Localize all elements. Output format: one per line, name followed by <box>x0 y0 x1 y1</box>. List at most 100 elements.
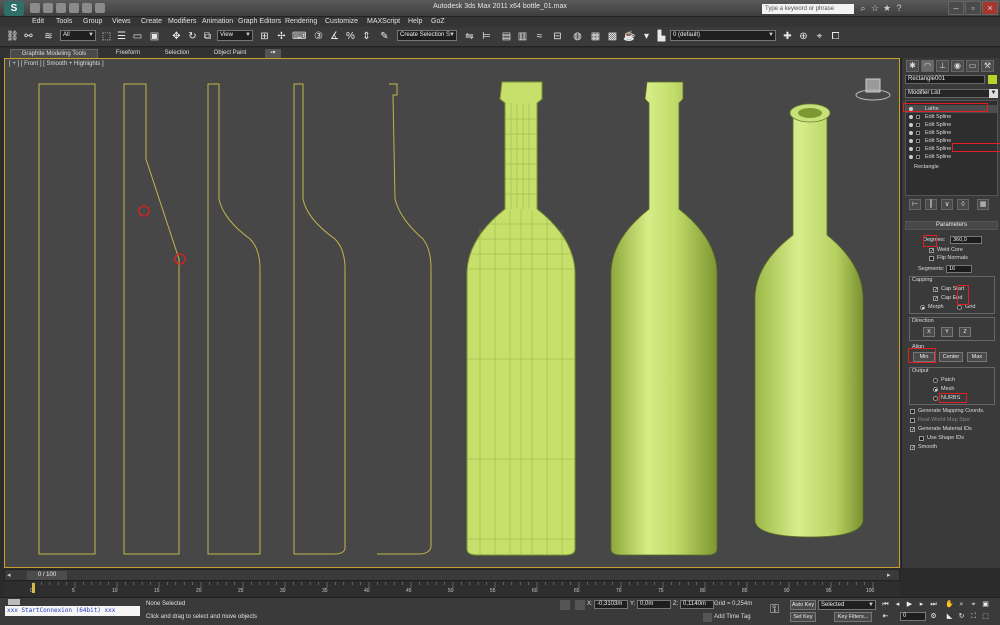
menu-views[interactable]: Views <box>112 17 131 27</box>
zoom-icon[interactable]: ⌕ <box>956 600 967 610</box>
light-bulb-icon[interactable] <box>909 155 913 159</box>
link-icon[interactable]: ⛓ <box>6 30 19 43</box>
tab-object-paint[interactable]: Object Paint <box>205 49 255 58</box>
menu-tools[interactable]: Tools <box>56 17 72 27</box>
flip-normals-checkbox[interactable] <box>929 256 934 261</box>
close-button[interactable]: × <box>982 1 998 15</box>
prev-frame-icon[interactable]: ◂ <box>7 571 17 580</box>
favorites-icon[interactable]: ★ <box>882 3 892 13</box>
menu-help[interactable]: Help <box>408 17 422 27</box>
render-icon[interactable]: ☕ <box>623 30 636 43</box>
graphite-toggle-icon[interactable]: ▥ <box>516 30 529 43</box>
use-shape-ids-checkbox[interactable] <box>919 436 924 441</box>
next-frame-icon[interactable]: ▸ <box>887 571 897 580</box>
curve-editor-icon[interactable]: ≈ <box>533 30 546 43</box>
direction-z-button[interactable]: Z <box>959 327 971 337</box>
edit-named-sel-icon[interactable]: ✎ <box>378 30 391 43</box>
next-frame-icon[interactable]: ▸ <box>916 600 927 610</box>
stack-item-edit-spline[interactable]: Edit Spline <box>906 113 997 121</box>
scale-icon[interactable]: ⧉ <box>201 30 214 43</box>
key-mode-select[interactable]: Selected ▼ <box>818 600 876 610</box>
light-bulb-icon[interactable] <box>909 131 913 135</box>
menu-maxscript[interactable]: MAXScript <box>367 17 400 27</box>
patch-radio[interactable] <box>933 378 938 383</box>
key-icon[interactable]: ⚿ <box>770 602 786 618</box>
menu-customize[interactable]: Customize <box>325 17 358 27</box>
y-coordinate-field[interactable]: 0,0m <box>637 600 671 609</box>
current-frame-field[interactable]: 0 <box>900 612 926 621</box>
tab-selection[interactable]: Selection <box>158 49 196 58</box>
mirror-icon[interactable]: ⇋ <box>463 30 476 43</box>
go-to-end-icon[interactable]: ⏭ <box>928 600 939 610</box>
add-to-layer-icon[interactable]: ⊕ <box>797 30 810 43</box>
gen-material-checkbox[interactable]: ✓ <box>910 427 915 433</box>
gen-mapping-checkbox[interactable] <box>910 409 915 414</box>
light-bulb-icon[interactable] <box>909 115 913 119</box>
pivot-center-icon[interactable]: ⊞ <box>258 30 271 43</box>
time-slider[interactable]: ◂ 0 / 100 ▸ <box>4 569 900 581</box>
align-icon[interactable]: ⊨ <box>480 30 493 43</box>
set-key-button[interactable]: Set Key <box>790 612 816 622</box>
direction-x-button[interactable]: X <box>923 327 935 337</box>
select-layer-objects-icon[interactable]: ⌖ <box>813 30 826 43</box>
menu-modifiers[interactable]: Modifiers <box>168 17 196 27</box>
stack-item-edit-spline[interactable]: Edit Spline <box>906 121 997 129</box>
move-icon[interactable]: ✥ <box>170 30 183 43</box>
smooth-checkbox[interactable]: ✓ <box>910 445 915 451</box>
menu-goz[interactable]: GoZ <box>431 17 445 27</box>
maximize-viewport-icon[interactable]: ⬚ <box>980 612 991 622</box>
cap-start-checkbox[interactable]: ✓ <box>933 287 938 293</box>
field-of-view-icon[interactable]: ◣ <box>944 612 955 622</box>
pin-stack-icon[interactable]: ⊢ <box>909 199 921 210</box>
time-config-icon[interactable]: ⚙ <box>928 612 939 622</box>
light-bulb-icon[interactable] <box>909 123 913 127</box>
layer-select[interactable]: 0 (default) ▼ <box>670 30 776 41</box>
lock-selection-icon[interactable] <box>560 600 570 610</box>
stack-item-rectangle[interactable]: Rectangle <box>906 163 997 171</box>
nurbs-radio[interactable] <box>933 396 938 401</box>
previous-frame-icon[interactable]: ◂ <box>892 600 903 610</box>
walk-through-icon[interactable]: ⛶ <box>968 612 979 622</box>
unlink-icon[interactable]: ⚯ <box>22 30 35 43</box>
align-center-button[interactable]: Center <box>939 352 963 362</box>
modifier-list-select[interactable]: Modifier List <box>905 89 998 98</box>
grid-radio[interactable] <box>957 305 962 310</box>
spinner-snap-icon[interactable]: ⇕ <box>360 30 373 43</box>
auto-key-button[interactable]: Auto Key <box>790 600 816 610</box>
frame-counter[interactable]: 0 / 100 <box>27 571 67 580</box>
add-time-tag[interactable]: Add Time Tag <box>714 614 751 620</box>
menu-group[interactable]: Group <box>83 17 102 27</box>
maxscript-listener[interactable]: xxx StartConnexion (64bit) xxx <box>5 606 140 616</box>
keyboard-shortcut-icon[interactable]: ⌨ <box>292 30 306 43</box>
menu-animation[interactable]: Animation <box>202 17 233 27</box>
light-bulb-icon[interactable] <box>909 139 913 143</box>
new-layer-icon[interactable]: ✚ <box>781 30 794 43</box>
viewcube[interactable] <box>855 75 891 103</box>
render-dropdown-icon[interactable]: ▾ <box>640 30 653 43</box>
help-icon[interactable]: ? <box>894 3 904 13</box>
parameters-rollout-title[interactable]: Parameters <box>905 221 998 230</box>
layer-toggle-icon[interactable]: ▙ <box>655 30 668 43</box>
align-max-button[interactable]: Max <box>967 352 987 362</box>
maximize-button[interactable]: ▫ <box>965 1 981 15</box>
search-icon[interactable]: ⌕ <box>858 3 868 13</box>
angle-snap-icon[interactable]: ∡ <box>328 30 341 43</box>
search-input[interactable]: Type a keyword or phrase <box>762 4 854 14</box>
snaps-toggle-icon[interactable]: ③ <box>312 30 325 43</box>
info-center-icon[interactable]: ☆ <box>870 3 880 13</box>
tab-freeform[interactable]: Freeform <box>108 49 148 58</box>
percent-snap-icon[interactable]: % <box>344 30 357 43</box>
track-bar[interactable]: 0 5 10 15 20 25 30 35 40 45 50 55 60 65 … <box>4 582 900 596</box>
menu-graph-editors[interactable]: Graph Editors <box>238 17 281 27</box>
bind-space-warp-icon[interactable]: ≋ <box>42 30 55 43</box>
object-name-field[interactable]: Rectangle001 <box>905 75 985 84</box>
direction-y-button[interactable]: Y <box>941 327 953 337</box>
ribbon-toggle-icon[interactable]: ▪▾ <box>265 49 281 58</box>
named-selection-select[interactable]: Create Selection S ▼ <box>397 30 457 41</box>
display-tab-icon[interactable]: ▭ <box>966 60 979 72</box>
play-icon[interactable]: ▶ <box>904 600 915 610</box>
set-current-layer-icon[interactable]: ⧠ <box>829 30 842 43</box>
cap-end-checkbox[interactable]: ✓ <box>933 296 938 302</box>
absolute-mode-icon[interactable] <box>575 600 585 610</box>
real-world-checkbox[interactable] <box>910 418 915 423</box>
